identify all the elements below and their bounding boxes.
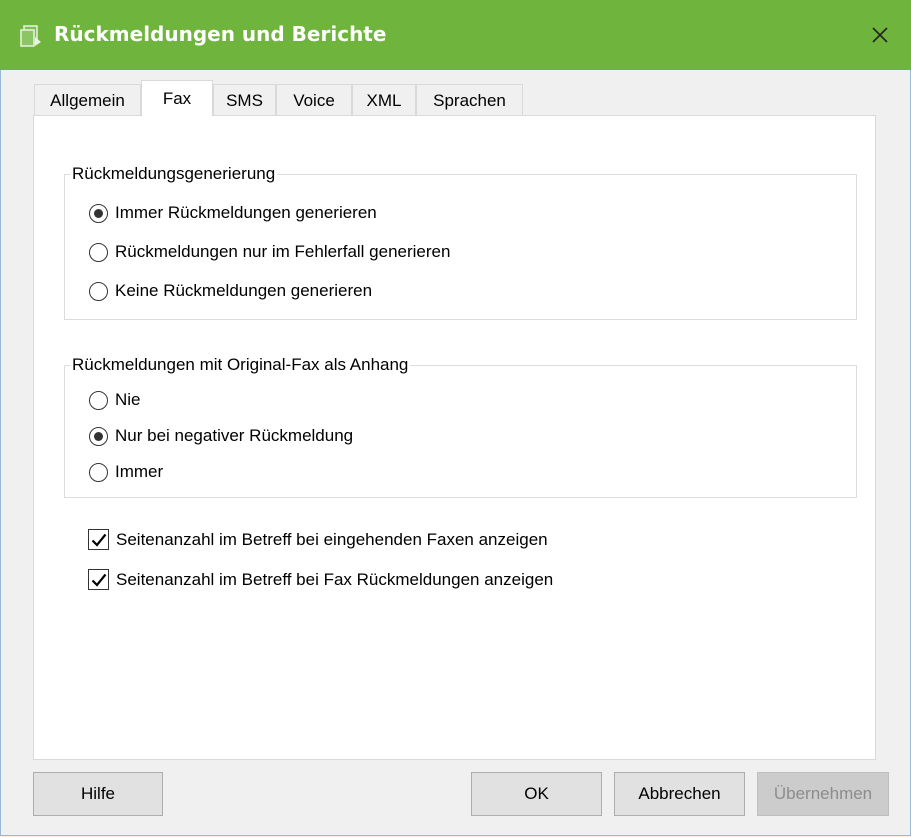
checkbox-page-count-incoming[interactable]: Seitenanzahl im Betreff bei eingehenden … <box>88 529 548 550</box>
title-bar: Rückmeldungen und Berichte <box>0 0 911 70</box>
radio-button[interactable] <box>89 281 108 301</box>
radio-always[interactable]: Immer <box>89 462 163 482</box>
radio-button[interactable] <box>89 242 108 262</box>
radio-never[interactable]: Nie <box>89 390 141 410</box>
radio-button[interactable] <box>89 203 108 223</box>
radio-label: Rückmeldungen nur im Fehlerfall generier… <box>115 242 451 261</box>
original-fax-attachment-group: Rückmeldungen mit Original-Fax als Anhan… <box>64 355 857 498</box>
radio-label: Nie <box>115 390 141 409</box>
tab-xml[interactable]: XML <box>352 84 416 115</box>
radio-label: Immer Rückmeldungen generieren <box>115 203 377 222</box>
tab-panel-fax: Rückmeldungsgenerierung Immer Rückmeldun… <box>33 115 876 760</box>
checkmark-icon <box>91 573 106 587</box>
group-legend: Rückmeldungsgenerierung <box>70 164 278 184</box>
radio-button[interactable] <box>89 426 108 446</box>
ok-button[interactable]: OK <box>471 772 602 816</box>
apply-button[interactable]: Übernehmen <box>757 772 889 816</box>
group-legend: Rückmeldungen mit Original-Fax als Anhan… <box>70 355 411 375</box>
tab-allgemein[interactable]: Allgemein <box>34 84 141 115</box>
checkbox-label: Seitenanzahl im Betreff bei eingehenden … <box>116 529 548 549</box>
tab-sms[interactable]: SMS <box>213 84 276 115</box>
checkbox[interactable] <box>88 529 109 550</box>
checkbox-label: Seitenanzahl im Betreff bei Fax Rückmeld… <box>116 569 554 589</box>
checkbox-page-count-feedback[interactable]: Seitenanzahl im Betreff bei Fax Rückmeld… <box>88 569 553 590</box>
radio-label: Nur bei negativer Rückmeldung <box>115 426 354 445</box>
tab-voice[interactable]: Voice <box>276 84 352 115</box>
cancel-button[interactable]: Abbrechen <box>614 772 745 816</box>
radio-button[interactable] <box>89 390 108 410</box>
help-button[interactable]: Hilfe <box>33 772 163 816</box>
radio-errors-only[interactable]: Rückmeldungen nur im Fehlerfall generier… <box>89 242 450 262</box>
checkmark-icon <box>91 533 106 547</box>
radio-no-feedback[interactable]: Keine Rückmeldungen generieren <box>89 281 372 301</box>
radio-label: Keine Rückmeldungen generieren <box>115 281 373 300</box>
close-icon[interactable] <box>871 26 889 44</box>
feedback-generation-group: Rückmeldungsgenerierung Immer Rückmeldun… <box>64 164 857 320</box>
checkbox[interactable] <box>88 569 109 590</box>
radio-always-generate[interactable]: Immer Rückmeldungen generieren <box>89 203 377 223</box>
radio-label: Immer <box>115 462 164 481</box>
close-button[interactable] <box>849 0 911 70</box>
window-title: Rückmeldungen und Berichte <box>54 22 387 46</box>
radio-button[interactable] <box>89 462 108 482</box>
document-icon <box>20 25 44 47</box>
tab-fax[interactable]: Fax <box>141 80 213 116</box>
radio-negative-only[interactable]: Nur bei negativer Rückmeldung <box>89 426 353 446</box>
tab-sprachen[interactable]: Sprachen <box>416 84 523 115</box>
